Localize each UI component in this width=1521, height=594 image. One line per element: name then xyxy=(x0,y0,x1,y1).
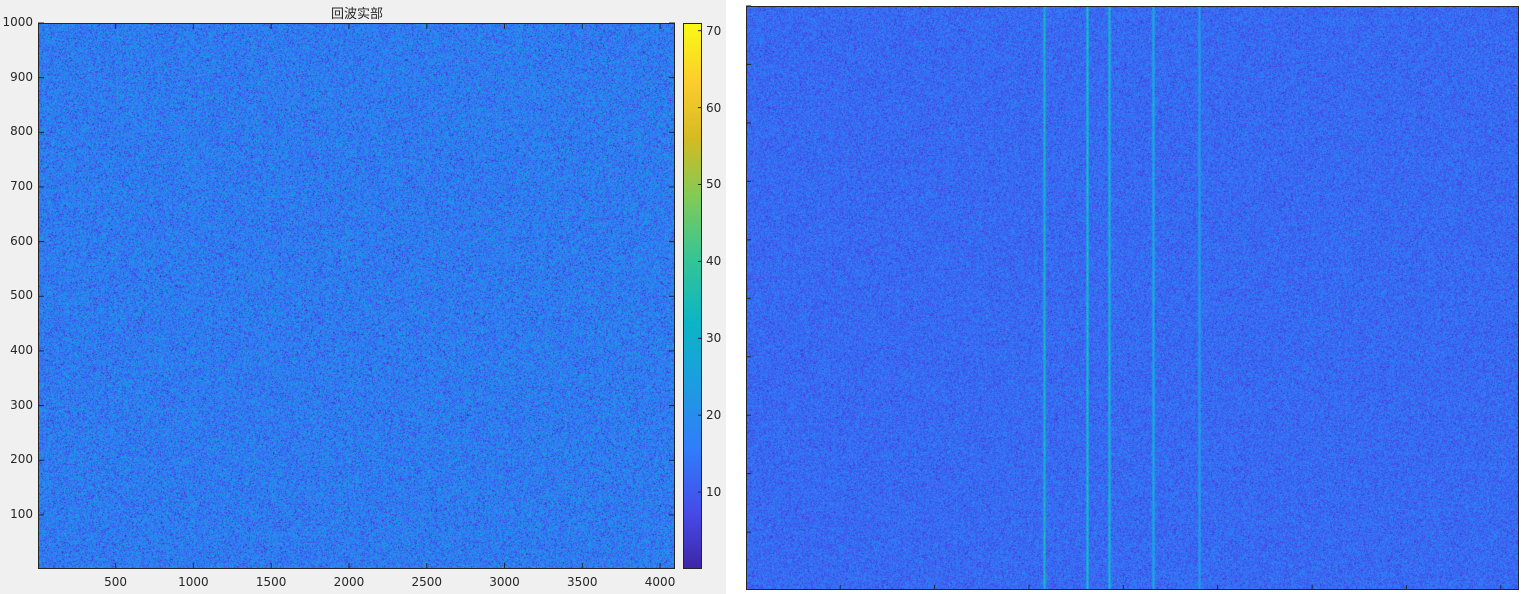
colorbar-frame xyxy=(683,23,702,569)
colorbar-tick-label: 30 xyxy=(706,331,722,346)
colorbar-tick-label: 40 xyxy=(706,254,722,269)
colorbar-tick-label: 20 xyxy=(706,408,722,423)
left-figure: 回波实部 500 1000 1500 2000 2500 3000 3500 4000 100… xyxy=(0,0,726,594)
plot-border xyxy=(746,6,1519,590)
colorbar-tick-label: 50 xyxy=(706,177,722,192)
colorbar-tick-label: 60 xyxy=(706,100,722,115)
colorbar-border xyxy=(683,23,702,569)
axes-frame xyxy=(746,5,1519,590)
right-figure xyxy=(740,0,1521,594)
colorbar-tick-label: 10 xyxy=(706,485,722,500)
colorbar-tick-label: 70 xyxy=(706,23,722,38)
